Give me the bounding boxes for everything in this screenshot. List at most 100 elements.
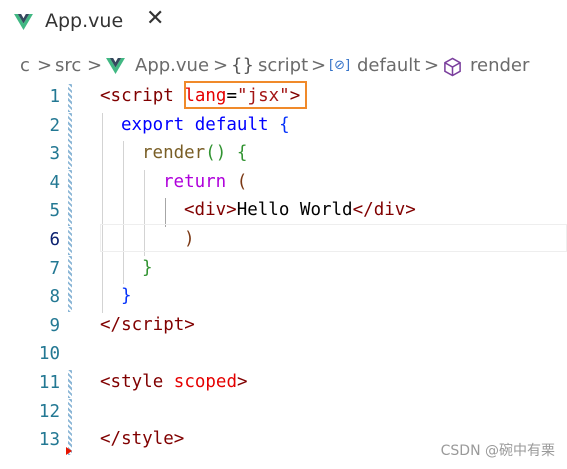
code-token: return	[163, 171, 227, 192]
code-token: }	[142, 257, 153, 278]
tab-title: App.vue	[45, 10, 124, 32]
fold-arrow-icon[interactable]	[66, 447, 72, 455]
code-token: scoped	[173, 372, 237, 392]
indent-guide	[102, 112, 103, 313]
line-number: 5	[49, 201, 60, 222]
braces-icon: {}	[231, 55, 254, 76]
code-token: >	[184, 314, 195, 335]
breadcrumb-item-src[interactable]: src	[55, 55, 81, 76]
code-line[interactable]: 4 return (	[0, 169, 567, 198]
editor-tab[interactable]: App.vue ✕	[0, 0, 180, 46]
line-number: 2	[49, 115, 60, 136]
code-text: }	[142, 258, 153, 278]
code-line[interactable]: 3 render() {	[0, 141, 567, 170]
code-token: >	[237, 372, 248, 392]
code-token: {	[279, 114, 290, 135]
indent-guide	[165, 198, 166, 227]
chevron-right-icon: >	[87, 55, 103, 76]
chevron-right-icon: >	[37, 55, 53, 76]
code-line[interactable]: 5 <div>Hello World</div>	[0, 198, 567, 227]
code-token: ()	[205, 143, 227, 164]
cube-icon	[444, 57, 461, 77]
code-line[interactable]: 10	[0, 341, 567, 369]
line-number: 13	[38, 430, 60, 451]
watermark: CSDN @碗中有栗	[440, 443, 555, 459]
code-token: Hello World	[236, 200, 353, 221]
code-line[interactable]: 7}	[0, 255, 567, 284]
code-text: render() {	[142, 143, 247, 163]
code-line[interactable]: 11 <style scoped>	[0, 370, 567, 398]
line-number: 3	[49, 144, 60, 165]
vue-icon	[14, 14, 33, 31]
git-change-marker[interactable]	[68, 198, 72, 227]
line-number: 6	[49, 230, 60, 250]
code-text: </script>	[100, 315, 195, 335]
line-number: 12	[38, 401, 60, 422]
close-icon[interactable]: ✕	[146, 8, 164, 30]
code-token: style	[121, 429, 174, 450]
breadcrumb: c > src > App.vue > {} script > [⊘] defa…	[0, 52, 567, 82]
code-token: export	[121, 114, 185, 135]
chevron-right-icon: >	[424, 55, 440, 76]
code-token: div	[194, 200, 227, 221]
git-change-marker[interactable]	[68, 141, 72, 170]
code-token: default	[194, 114, 269, 135]
git-change-marker[interactable]	[68, 84, 72, 112]
line-number: 8	[49, 287, 60, 308]
line-number: 11	[38, 373, 60, 393]
code-token: (	[236, 171, 248, 192]
annotation-highlight-box	[184, 81, 307, 109]
chevron-right-icon: >	[213, 55, 229, 76]
code-token: <	[100, 372, 111, 392]
variable-icon: [⊘]	[329, 58, 351, 73]
breadcrumb-item-script[interactable]: script	[258, 55, 308, 76]
line-number: 1	[49, 87, 60, 107]
breadcrumb-item-file[interactable]: App.vue	[135, 55, 209, 76]
code-token: </	[100, 314, 122, 335]
breadcrumb-item-default[interactable]: default	[357, 55, 420, 76]
line-number: 7	[49, 258, 60, 279]
breadcrumb-item-render[interactable]: render	[470, 55, 529, 76]
git-change-marker[interactable]	[68, 398, 72, 427]
code-token: }	[121, 286, 132, 307]
git-change-marker[interactable]	[68, 169, 72, 198]
code-token: >	[405, 200, 416, 221]
vue-icon	[106, 58, 125, 75]
git-change-marker[interactable]	[68, 227, 72, 255]
code-text: export default {	[121, 115, 290, 135]
code-text: <style scoped>	[100, 372, 248, 392]
code-line[interactable]: 8}	[0, 284, 567, 313]
git-change-marker[interactable]	[68, 255, 72, 284]
line-number: 4	[49, 172, 60, 193]
code-line[interactable]: 12	[0, 398, 567, 427]
code-token: <	[184, 200, 195, 221]
code-line[interactable]: 2 export default {	[0, 112, 567, 141]
current-line-highlight	[100, 224, 567, 252]
git-change-marker[interactable]	[68, 370, 72, 398]
code-line[interactable]: 9 </script>	[0, 313, 567, 341]
line-number: 9	[49, 315, 60, 336]
code-token: style	[110, 372, 164, 392]
code-text: }	[121, 286, 132, 306]
code-token: <	[100, 86, 111, 106]
code-token: script	[121, 314, 185, 335]
code-token: {	[236, 143, 248, 164]
code-token: >	[173, 429, 185, 450]
chevron-right-icon: >	[311, 55, 327, 76]
code-token: >	[226, 200, 237, 221]
code-token: div	[373, 200, 406, 221]
code-text: <div>Hello World</div>	[184, 200, 416, 220]
line-number: 10	[38, 344, 60, 365]
code-token: </	[100, 429, 122, 450]
git-change-marker[interactable]	[68, 284, 72, 313]
git-change-marker[interactable]	[68, 112, 72, 141]
code-token: </	[352, 200, 374, 221]
breadcrumb-item-c[interactable]: c	[20, 55, 30, 76]
code-token: script	[110, 86, 174, 106]
